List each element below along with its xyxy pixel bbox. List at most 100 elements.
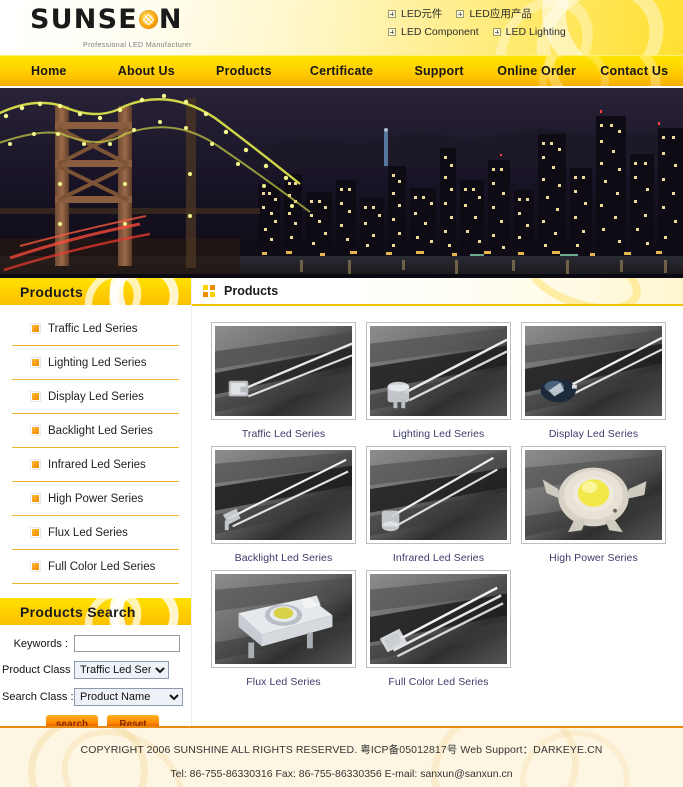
product-card-high-power-series[interactable]: High Power Series xyxy=(516,446,671,564)
nav-item-home[interactable]: Home xyxy=(0,64,98,78)
product-caption: Backlight Led Series xyxy=(234,552,333,564)
products-search-title: Products Search xyxy=(20,603,136,620)
main-navigation: Home About Us Products Certificate Suppo… xyxy=(0,55,683,86)
footer-copyright: COPYRIGHT 2006 SUNSHINE ALL RIGHTS RESER… xyxy=(80,744,603,756)
product-card-full-color-led-series[interactable]: Full Color Led Series xyxy=(361,570,516,688)
product-class-row: Product Class : Traffic Led Serie: xyxy=(2,661,183,679)
nav-item-products[interactable]: Products xyxy=(195,64,293,78)
sidebar-item-label: Infrared Led Series xyxy=(48,458,146,471)
list-item: Full Color Led Series xyxy=(12,550,179,584)
sidebar-item-label: Full Color Led Series xyxy=(48,560,156,573)
small-box-icon xyxy=(388,9,396,18)
sidebar-item-label: Flux Led Series xyxy=(48,526,128,539)
sidebar-item-label: Backlight Led Series xyxy=(48,424,153,437)
logo-wordmark: SUNSE N xyxy=(30,6,192,33)
flux-piranha-led-image xyxy=(215,574,352,664)
orange-square-bullet-icon xyxy=(30,493,41,504)
sidebar-item-display-led-series[interactable]: Display Led Series xyxy=(12,380,179,413)
site-footer: COPYRIGHT 2006 SUNSHINE ALL RIGHTS RESER… xyxy=(0,726,683,787)
logo-text-before: SUNSE xyxy=(30,4,138,35)
list-item: Lighting Led Series xyxy=(12,346,179,380)
product-caption: High Power Series xyxy=(549,552,638,564)
search-class-label: Search Class : xyxy=(2,691,74,703)
header-link-led-yuanjian[interactable]: LED元件 xyxy=(388,6,442,21)
product-card-flux-led-series[interactable]: Flux Led Series xyxy=(206,570,361,688)
keywords-row: Keywords : xyxy=(2,635,183,652)
sidebar-item-flux-led-series[interactable]: Flux Led Series xyxy=(12,516,179,549)
product-thumbnail xyxy=(211,322,356,420)
sidebar-item-high-power-series[interactable]: High Power Series xyxy=(12,482,179,515)
orange-square-bullet-icon xyxy=(30,425,41,436)
page-title: Products xyxy=(224,284,279,298)
list-item: High Power Series xyxy=(12,482,179,516)
page-body: Products Traffic Led Series Lighting Led… xyxy=(0,278,683,733)
list-item: Flux Led Series xyxy=(12,516,179,550)
main-content: Products Traffic Led Series Lighting Led… xyxy=(192,278,683,726)
search-class-select[interactable]: Product Name xyxy=(74,688,183,706)
orange-square-bullet-icon xyxy=(30,391,41,402)
product-grid: Traffic Led Series Lighting Led Series D… xyxy=(192,306,683,694)
hero-banner-image xyxy=(0,86,683,278)
sidebar-product-category-list: Traffic Led Series Lighting Led Series D… xyxy=(0,305,191,588)
nav-item-contact-us[interactable]: Contact Us xyxy=(585,64,683,78)
page-root: SUNSE N Professional LED Manufacturer LE… xyxy=(0,0,683,787)
sun-circle-icon xyxy=(138,10,158,29)
site-logo[interactable]: SUNSE N Professional LED Manufacturer xyxy=(30,6,192,49)
slim-led-lamp-on-stone-image xyxy=(215,450,352,540)
clear-led-lamp-on-stone-image xyxy=(215,326,352,416)
footer-contact: Tel: 86-755-86330316 Fax: 86-755-8633035… xyxy=(170,768,513,780)
sidebar-item-full-color-led-series[interactable]: Full Color Led Series xyxy=(12,550,179,583)
list-item: Traffic Led Series xyxy=(12,312,179,346)
nav-item-support[interactable]: Support xyxy=(390,64,488,78)
products-search-panel: Products Search Keywords : Product Class… xyxy=(0,598,191,741)
header-arc-decoration xyxy=(516,278,650,304)
left-sidebar: Products Traffic Led Series Lighting Led… xyxy=(0,278,192,733)
product-caption: Display Led Series xyxy=(548,428,639,440)
four-square-grid-icon xyxy=(203,285,215,297)
product-card-lighting-led-series[interactable]: Lighting Led Series xyxy=(361,322,516,440)
sidebar-products-header: Products xyxy=(0,278,191,305)
product-card-infrared-led-series[interactable]: Infrared Led Series xyxy=(361,446,516,564)
header-link-label: LED元件 xyxy=(401,8,443,20)
main-content-header: Products xyxy=(192,278,683,306)
nav-item-online-order[interactable]: Online Order xyxy=(488,64,586,78)
logo-tagline: Professional LED Manufacturer xyxy=(83,42,192,49)
product-caption: Infrared Led Series xyxy=(392,552,485,564)
round-led-lamp-on-stone-image xyxy=(370,326,507,416)
product-caption: Lighting Led Series xyxy=(392,428,485,440)
header-link-led-lighting[interactable]: LED Lighting xyxy=(492,26,566,38)
product-thumbnail xyxy=(366,570,511,668)
list-item: Display Led Series xyxy=(12,380,179,414)
keywords-input[interactable] xyxy=(74,635,180,652)
header-link-led-component[interactable]: LED Component xyxy=(388,26,479,38)
sidebar-item-infrared-led-series[interactable]: Infrared Led Series xyxy=(12,448,179,481)
header-link-led-application[interactable]: LED应用产品 xyxy=(456,6,532,21)
sidebar-item-label: Lighting Led Series xyxy=(48,356,147,369)
sidebar-products-title: Products xyxy=(20,283,84,300)
sidebar-item-traffic-led-series[interactable]: Traffic Led Series xyxy=(12,312,179,345)
sidebar-item-label: Traffic Led Series xyxy=(48,322,138,335)
product-card-display-led-series[interactable]: Display Led Series xyxy=(516,322,671,440)
product-caption: Full Color Led Series xyxy=(388,676,489,688)
sidebar-item-lighting-led-series[interactable]: Lighting Led Series xyxy=(12,346,179,379)
product-card-backlight-led-series[interactable]: Backlight Led Series xyxy=(206,446,361,564)
keywords-label: Keywords : xyxy=(13,637,68,650)
header-quick-links: LED元件 LED应用产品 LED Component LED Lighting xyxy=(388,6,580,43)
nav-item-certificate[interactable]: Certificate xyxy=(293,64,391,78)
product-class-select[interactable]: Traffic Led Serie: xyxy=(74,661,169,679)
sidebar-item-backlight-led-series[interactable]: Backlight Led Series xyxy=(12,414,179,447)
product-thumbnail xyxy=(366,322,511,420)
product-thumbnail xyxy=(521,322,666,420)
product-thumbnail xyxy=(366,446,511,544)
small-box-icon xyxy=(456,9,465,18)
nav-item-about-us[interactable]: About Us xyxy=(98,64,196,78)
header-link-label: LED Lighting xyxy=(505,26,566,38)
high-power-led-emitter-image xyxy=(525,450,662,540)
product-card-traffic-led-series[interactable]: Traffic Led Series xyxy=(206,322,361,440)
small-box-icon xyxy=(388,28,396,36)
product-thumbnail xyxy=(211,570,356,668)
logo-text-after: N xyxy=(158,4,183,35)
product-caption: Flux Led Series xyxy=(246,676,321,688)
orange-square-bullet-icon xyxy=(30,323,41,334)
orange-square-bullet-icon xyxy=(30,459,41,470)
